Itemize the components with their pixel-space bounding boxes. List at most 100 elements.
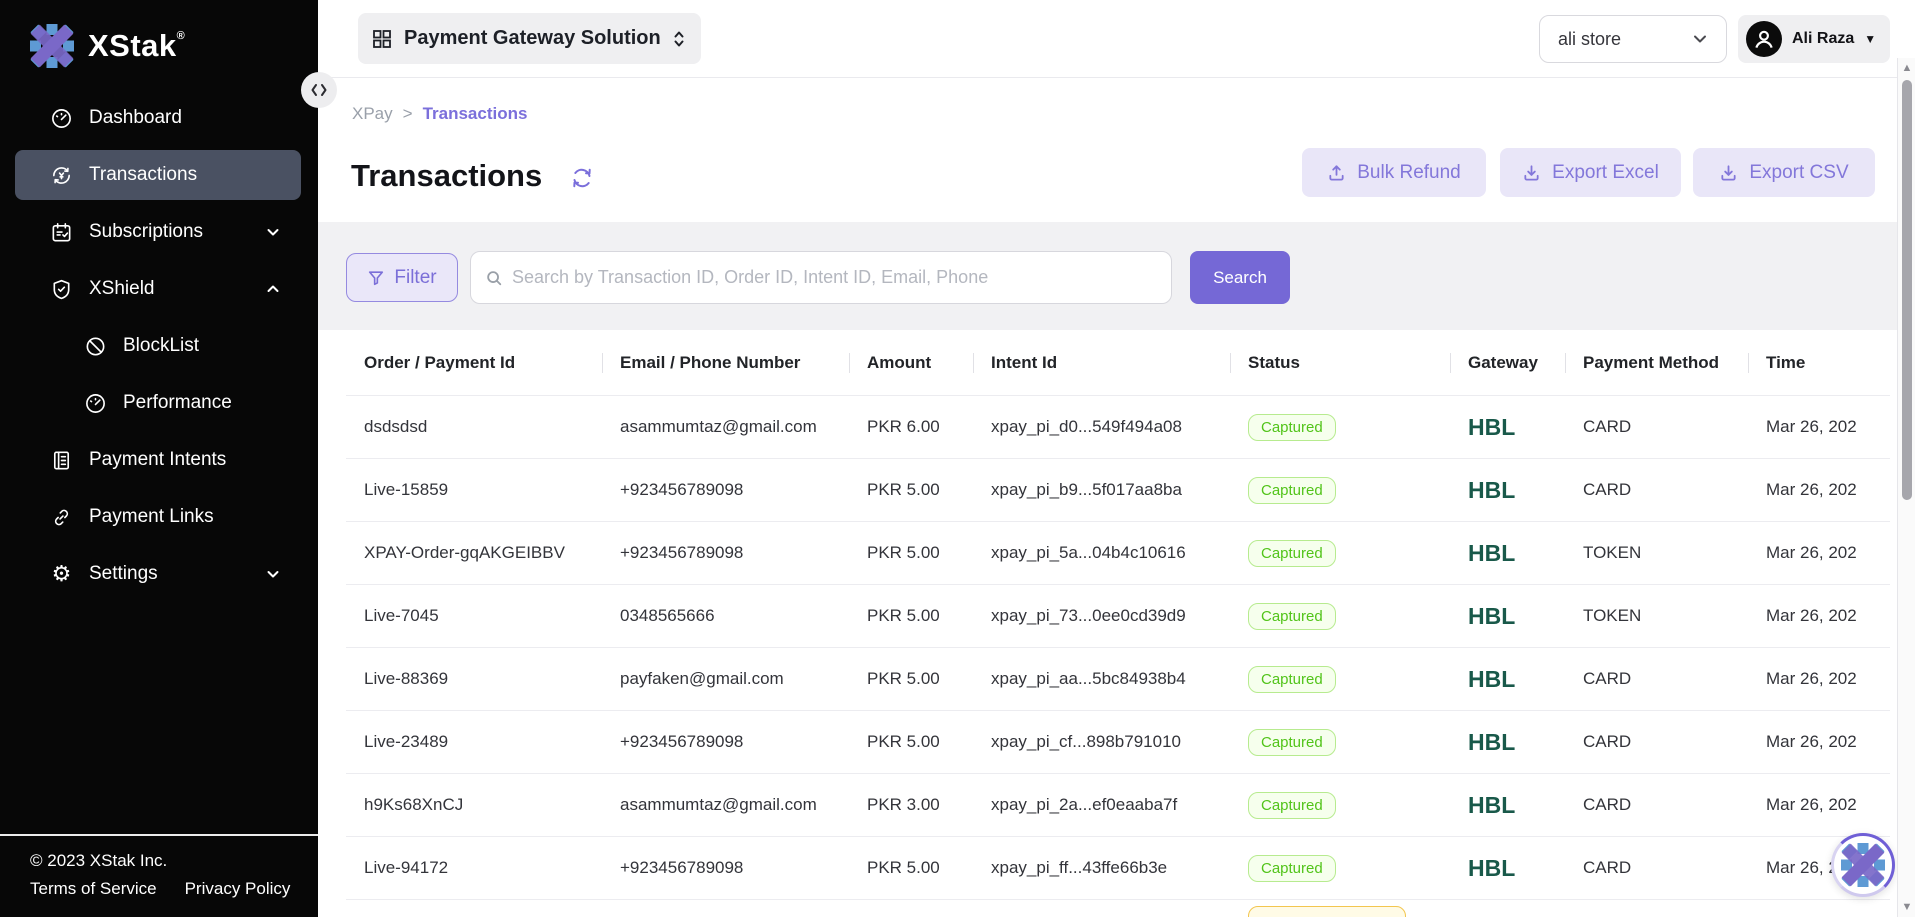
status-badge: Captured [1248, 666, 1336, 693]
store-select[interactable]: ali store [1539, 15, 1727, 63]
cell-status: Captured [1230, 792, 1450, 819]
bulk-refund-button[interactable]: Bulk Refund [1302, 148, 1486, 197]
speedometer-icon [84, 392, 107, 415]
table-row[interactable]: Live-94172 +923456789098 PKR 5.00 xpay_p… [346, 836, 1890, 899]
cell-time: Mar 26, 202 [1748, 669, 1890, 689]
sidebar-item-label: Settings [89, 563, 158, 585]
search-input[interactable] [512, 267, 1157, 288]
cell-order-id: dsdsdsd [346, 417, 602, 437]
export-csv-button[interactable]: Export CSV [1693, 148, 1875, 197]
sidebar-collapse-button[interactable] [301, 72, 337, 108]
cell-time: Mar 26, 202 [1748, 732, 1890, 752]
table-header: Order / Payment Id Email / Phone Number … [346, 330, 1890, 395]
cell-email-phone: +923456789098 [602, 858, 849, 878]
cell-amount: PKR 5.00 [849, 732, 973, 752]
table-row[interactable]: dsdsdsd asammumtaz@gmail.com PKR 6.00 xp… [346, 395, 1890, 458]
sorter-icon [673, 30, 685, 48]
column-header-payment-method: Payment Method [1565, 353, 1748, 373]
table-row[interactable]: Live-15859 +923456789098 PKR 5.00 xpay_p… [346, 458, 1890, 521]
hbl-gateway-logo: HBL [1468, 666, 1515, 692]
cell-status: Captured [1230, 729, 1450, 756]
cell-payment-method: CARD [1565, 669, 1748, 689]
copyright-text: © 2023 XStak Inc. [30, 851, 318, 871]
hbl-gateway-logo: HBL [1468, 855, 1515, 881]
table-row[interactable]: h9Ks68XnCJ asammumtaz@gmail.com PKR 3.00… [346, 773, 1890, 836]
table-row-partial[interactable] [346, 899, 1890, 917]
sidebar-item-settings[interactable]: ⚙ Settings [0, 549, 318, 599]
status-badge: Captured [1248, 603, 1336, 630]
cell-status: Captured [1230, 855, 1450, 882]
cell-gateway: HBL [1450, 855, 1565, 882]
sidebar-item-transactions[interactable]: Transactions [15, 150, 301, 200]
sidebar-item-blocklist[interactable]: BlockList [0, 321, 318, 371]
scrollbar-thumb[interactable] [1902, 80, 1912, 500]
breadcrumb: XPay > Transactions [352, 104, 527, 124]
calendar-icon [50, 221, 73, 244]
hbl-gateway-logo: HBL [1468, 540, 1515, 566]
breadcrumb-xpay[interactable]: XPay [352, 104, 393, 124]
cell-intent-id: xpay_pi_cf...898b791010 [973, 732, 1230, 752]
cell-intent-id: xpay_pi_5a...04b4c10616 [973, 543, 1230, 563]
chevron-down-icon [266, 567, 280, 581]
funnel-icon [367, 269, 385, 287]
vertical-scrollbar[interactable]: ▲ ▼ [1897, 58, 1915, 917]
link-icon [50, 506, 73, 529]
sidebar-item-xshield[interactable]: XShield [0, 264, 318, 314]
search-button[interactable]: Search [1190, 251, 1290, 304]
table-row[interactable]: Live-88369 payfaken@gmail.com PKR 5.00 x… [346, 647, 1890, 710]
widget-launcher-button[interactable] [1831, 833, 1895, 897]
scrollbar-up-arrow[interactable]: ▲ [1901, 62, 1913, 74]
logo[interactable]: XStak® [0, 0, 318, 93]
sidebar-item-label: Dashboard [89, 107, 182, 129]
search-icon [485, 269, 503, 287]
scrollbar-down-arrow[interactable]: ▼ [1901, 901, 1913, 913]
cell-intent-id: xpay_pi_aa...5bc84938b4 [973, 669, 1230, 689]
table-body: dsdsdsd asammumtaz@gmail.com PKR 6.00 xp… [346, 395, 1890, 899]
column-header-order-id: Order / Payment Id [346, 353, 602, 373]
cell-email-phone: +923456789098 [602, 480, 849, 500]
privacy-policy-link[interactable]: Privacy Policy [185, 879, 291, 899]
product-switcher-button[interactable]: Payment Gateway Solution [358, 13, 701, 64]
sidebar-item-label: Transactions [89, 164, 197, 186]
chevron-down-icon [1692, 31, 1708, 47]
cell-intent-id: xpay_pi_ff...43ffe66b3e [973, 858, 1230, 878]
avatar-icon [1751, 26, 1777, 52]
xstak-logo-icon [30, 24, 74, 68]
cell-order-id: Live-7045 [346, 606, 602, 626]
sidebar-item-payment-links[interactable]: Payment Links [0, 492, 318, 542]
sidebar-item-dashboard[interactable]: Dashboard [0, 93, 318, 143]
cell-gateway: HBL [1450, 729, 1565, 756]
breadcrumb-transactions[interactable]: Transactions [423, 104, 528, 124]
logo-text: XStak® [88, 28, 185, 64]
table-row[interactable]: Live-23489 +923456789098 PKR 5.00 xpay_p… [346, 710, 1890, 773]
export-excel-button[interactable]: Export Excel [1500, 148, 1681, 197]
block-icon [84, 335, 107, 358]
hbl-gateway-logo: HBL [1468, 414, 1515, 440]
terms-of-service-link[interactable]: Terms of Service [30, 879, 157, 899]
shield-check-icon [50, 278, 73, 301]
cell-payment-method: CARD [1565, 480, 1748, 500]
sidebar-item-subscriptions[interactable]: Subscriptions [0, 207, 318, 257]
cell-order-id: Live-94172 [346, 858, 602, 878]
status-badge: Captured [1248, 729, 1336, 756]
sidebar-item-label: Performance [123, 392, 232, 414]
cell-amount: PKR 5.00 [849, 543, 973, 563]
sidebar-item-payment-intents[interactable]: Payment Intents [0, 435, 318, 485]
sidebar-item-label: Subscriptions [89, 221, 203, 243]
table-row[interactable]: XPAY-Order-gqAKGEIBBV +923456789098 PKR … [346, 521, 1890, 584]
user-menu[interactable]: Ali Raza ▼ [1738, 15, 1890, 63]
refresh-button[interactable] [570, 166, 594, 190]
cell-status: Captured [1230, 666, 1450, 693]
collapse-icon [310, 83, 328, 97]
status-badge-partial [1248, 906, 1406, 917]
sidebar-item-label: Payment Intents [89, 449, 226, 471]
sidebar-item-label: BlockList [123, 335, 199, 357]
sidebar-footer: © 2023 XStak Inc. Terms of Service Priva… [0, 834, 318, 917]
cell-email-phone: asammumtaz@gmail.com [602, 417, 849, 437]
cell-email-phone: 0348565666 [602, 606, 849, 626]
cell-payment-method: CARD [1565, 795, 1748, 815]
sidebar-item-performance[interactable]: Performance [0, 378, 318, 428]
cell-payment-method: CARD [1565, 732, 1748, 752]
filter-button[interactable]: Filter [346, 253, 458, 302]
table-row[interactable]: Live-7045 0348565666 PKR 5.00 xpay_pi_73… [346, 584, 1890, 647]
